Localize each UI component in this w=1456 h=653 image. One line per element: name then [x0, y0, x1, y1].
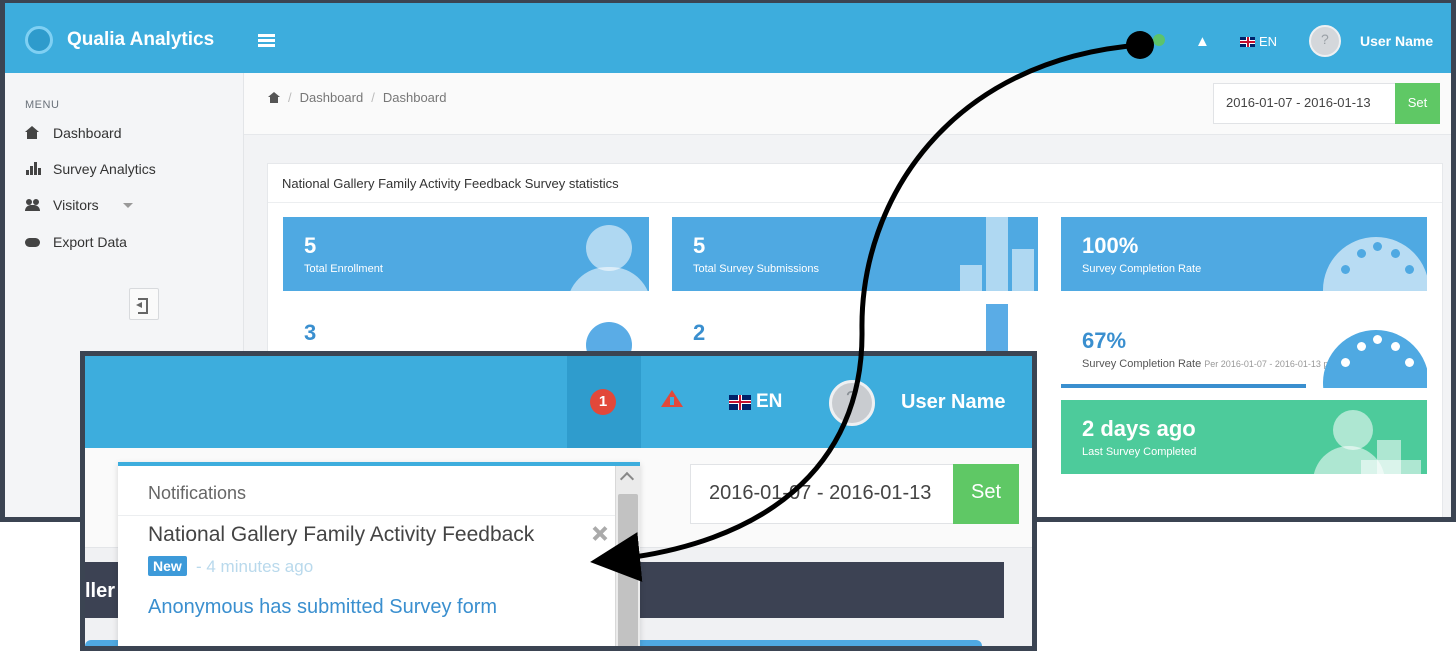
new-badge: New	[148, 556, 187, 576]
tile-value: 2	[693, 320, 706, 345]
sidebar-collapse-button[interactable]	[129, 288, 159, 320]
sidebar-item-label: Export Data	[53, 234, 127, 250]
stat-tile-completion-rate: 100% Survey Completion Rate	[1061, 217, 1427, 291]
notification-time: - 4 minutes ago	[196, 557, 314, 576]
set-button[interactable]: Set	[953, 464, 1019, 524]
dropdown-scrollbar[interactable]	[615, 466, 640, 646]
sidebar-item-dashboard[interactable]: Dashboard	[25, 123, 122, 143]
user-avatar[interactable]	[829, 380, 875, 426]
chevron-down-icon	[122, 202, 133, 208]
language-label: EN	[756, 391, 783, 412]
close-icon[interactable]	[590, 524, 610, 544]
uk-flag-icon	[729, 394, 751, 410]
notifications-title: Notifications	[148, 483, 247, 503]
breadcrumb: / Dashboard / Dashboard	[268, 90, 446, 105]
notifications-icon[interactable]	[1153, 34, 1165, 46]
date-range-input[interactable]: 2016-01-07 - 2016-01-13	[1213, 83, 1396, 124]
set-button[interactable]: Set	[1395, 83, 1440, 124]
alert-icon[interactable]: ▲	[1195, 33, 1210, 50]
gauge-icon	[1323, 330, 1427, 388]
menu-title: MENU	[25, 99, 60, 111]
notification-message-link[interactable]: Anonymous has submitted Survey form	[148, 596, 497, 619]
sidebar-item-export-data[interactable]: Export Data	[25, 232, 127, 252]
home-icon	[25, 126, 41, 140]
stat-tile-total-submissions: 5 Total Survey Submissions	[672, 217, 1038, 291]
uk-flag-icon	[1240, 36, 1255, 47]
date-range-input[interactable]: 2016-01-07 - 2016-01-13	[690, 464, 954, 524]
stat-tile-total-enrollment: 5 Total Enrollment	[283, 217, 649, 291]
tile-label: Survey Completion Rate	[1082, 263, 1202, 275]
zoom-navbar: 1 EN User Name	[85, 356, 1032, 448]
tile-label: Last Survey Completed	[1082, 446, 1197, 458]
sidebar-item-survey-analytics[interactable]: Survey Analytics	[25, 159, 156, 179]
language-label: EN	[1259, 34, 1278, 49]
top-navbar: Qualia Analytics ▲ EN User Name	[5, 3, 1451, 73]
notifications-toggle[interactable]: 1	[567, 356, 641, 448]
tile-value: 5	[304, 233, 317, 258]
sidebar-item-visitors[interactable]: Visitors	[25, 195, 133, 215]
bar-chart-icon	[25, 162, 41, 176]
zoom-inset-frame: 1 EN User Name 2016-01-07 - 2016-01-13 S…	[80, 351, 1037, 651]
language-selector[interactable]: EN	[1240, 34, 1277, 49]
notifications-dropdown: Notifications National Gallery Family Ac…	[118, 462, 640, 646]
user-name[interactable]: User Name	[1360, 33, 1433, 49]
sidebar-item-label: Visitors	[53, 197, 99, 213]
cloud-download-icon	[25, 235, 41, 249]
breadcrumb-item: Dashboard	[382, 90, 447, 105]
tile-label: Survey Completion Rate Per 2016-01-07 - …	[1082, 358, 1349, 370]
tile-value: 5	[693, 233, 706, 258]
sidebar-item-label: Survey Analytics	[53, 161, 156, 177]
dark-bar-text: ller	[85, 580, 116, 602]
app-title: Qualia Analytics	[67, 29, 215, 50]
tile-value: 3	[304, 320, 317, 345]
stat-tile-last-survey: 2 days ago Last Survey Completed	[1061, 400, 1427, 474]
tile-label: Total Enrollment	[304, 263, 383, 275]
language-selector[interactable]: EN	[729, 391, 782, 413]
sidebar-item-label: Dashboard	[53, 125, 122, 141]
tile-label: Total Survey Submissions	[693, 263, 819, 275]
content-header: / Dashboard / Dashboard 2016-01-07 - 201…	[244, 73, 1451, 135]
panel-title: National Gallery Family Activity Feedbac…	[282, 176, 619, 191]
tile-value: 100%	[1082, 233, 1139, 258]
scrollbar-thumb[interactable]	[618, 494, 638, 646]
users-icon	[25, 198, 41, 212]
completion-progress-bar	[1061, 384, 1307, 388]
notification-title[interactable]: National Gallery Family Activity Feedbac…	[148, 523, 534, 547]
alert-icon[interactable]	[661, 390, 683, 408]
scroll-up-icon[interactable]	[619, 471, 635, 487]
home-icon[interactable]	[268, 92, 280, 103]
notification-count-badge: 1	[590, 389, 616, 415]
tile-value: 67%	[1082, 328, 1127, 353]
hamburger-menu-icon[interactable]	[258, 34, 275, 47]
gauge-icon	[1323, 237, 1427, 291]
user-name[interactable]: User Name	[901, 391, 1006, 414]
tile-value: 2 days ago	[1082, 416, 1196, 441]
breadcrumb-item[interactable]: Dashboard	[300, 90, 364, 105]
user-avatar[interactable]	[1309, 25, 1341, 57]
logo-icon	[25, 26, 53, 54]
stat-tile-completion-rate-period: 67% Survey Completion Rate Per 2016-01-0…	[1061, 304, 1427, 388]
